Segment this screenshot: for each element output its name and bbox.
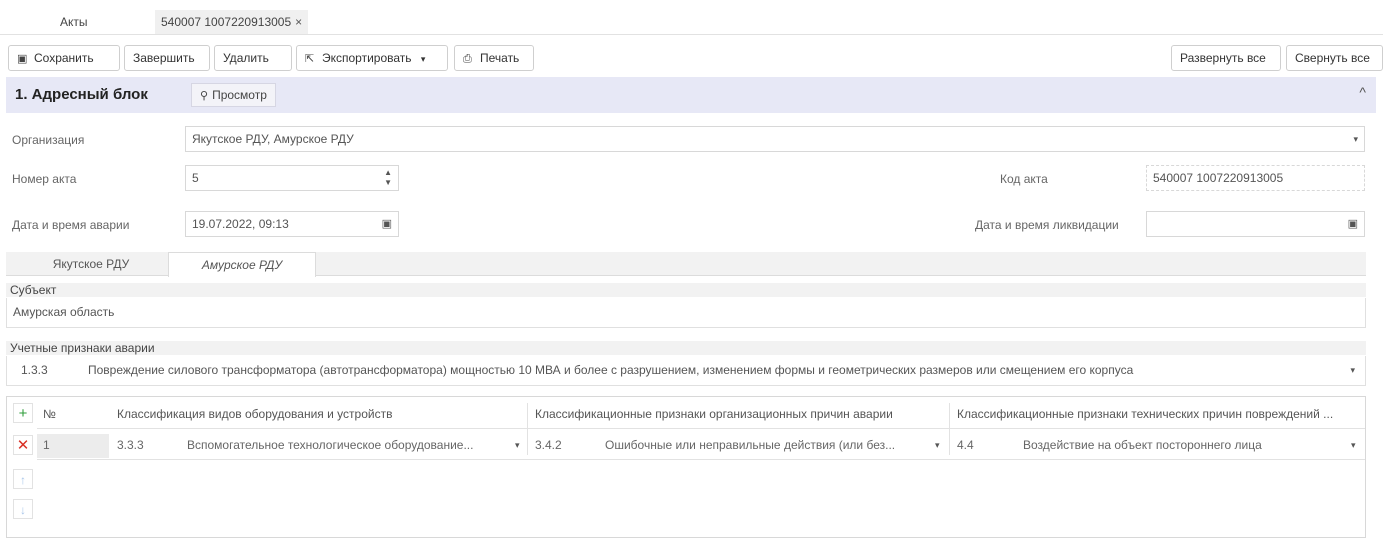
floppy-icon: ▣ — [17, 53, 28, 65]
signs-label: Учетные признаки аварии — [10, 341, 155, 355]
calendar-icon[interactable]: ▣ — [1348, 212, 1358, 236]
chevron-down-icon[interactable]: ▾ — [1351, 434, 1356, 456]
signs-select[interactable]: 1.3.3 Повреждение силового трансформатора… — [6, 356, 1366, 386]
row-divider — [37, 459, 1365, 460]
chevron-down-icon: ▾ — [1353, 134, 1358, 144]
chevron-down-icon: ▾ — [420, 54, 426, 64]
tab-label: 540007 1007220913005 — [161, 15, 292, 29]
act-code-field: 540007 1007220913005 — [1146, 165, 1365, 191]
signs-code: 1.3.3 — [21, 363, 48, 377]
accident-datetime-value: 19.07.2022, 09:13 — [192, 217, 289, 231]
act-code-label: Код акта — [1000, 172, 1048, 186]
finish-label: Завершить — [133, 51, 195, 65]
preview-label: Просмотр — [212, 88, 267, 102]
export-label: Экспортировать — [322, 51, 412, 65]
chevron-down-icon[interactable]: ▾ — [935, 434, 940, 456]
finish-button[interactable]: Завершить — [124, 45, 210, 71]
signs-text: Повреждение силового трансформатора (авт… — [88, 363, 1134, 377]
tab-label: Амурское РДУ — [201, 258, 283, 272]
organization-label: Организация — [12, 133, 85, 147]
tab-current-act[interactable]: 540007 1007220913005 × — [155, 10, 309, 34]
calendar-icon[interactable]: ▣ — [382, 212, 392, 236]
org-cause-text[interactable]: Ошибочные или неправильные действия (или… — [605, 434, 927, 458]
subject-label: Субъект — [10, 283, 57, 297]
col-header-tech-causes: Классификационные признаки технических п… — [957, 407, 1334, 421]
col-header-org-causes: Классификационные признаки организационн… — [535, 407, 893, 421]
col-header-num: № — [43, 407, 56, 421]
close-icon[interactable]: × — [295, 15, 302, 29]
printer-icon: ⎙ — [463, 53, 472, 65]
expand-all-button[interactable]: Развернуть все — [1171, 45, 1281, 71]
stepper-arrows-icon[interactable]: ▲ ▼ — [384, 168, 392, 188]
signs-label-bar — [6, 341, 1366, 355]
print-button[interactable]: ⎙ Печать — [454, 45, 534, 71]
column-separator — [949, 403, 950, 455]
delete-button[interactable]: Удалить — [214, 45, 292, 71]
col-header-equipment: Классификация видов оборудования и устро… — [117, 407, 393, 421]
move-down-icon[interactable]: ↓ — [13, 499, 33, 519]
subject-label-bar — [6, 283, 1366, 297]
organization-select[interactable]: Якутское РДУ, Амурское РДУ ▾ — [185, 126, 1365, 152]
tech-cause-code: 4.4 — [957, 438, 974, 452]
add-row-icon[interactable]: + — [13, 403, 33, 423]
subject-field: Амурская область — [6, 298, 1366, 328]
accident-datetime-field[interactable]: 19.07.2022, 09:13 ▣ — [185, 211, 399, 237]
address-block-header: 1. Адресный блок ⚲ Просмотр ^ — [6, 77, 1376, 113]
preview-button[interactable]: ⚲ Просмотр — [191, 83, 276, 107]
equipment-code: 3.3.3 — [117, 438, 144, 452]
save-button[interactable]: ▣ Сохранить — [8, 45, 120, 71]
tab-yakutsk-rdu[interactable]: Якутское РДУ — [16, 252, 166, 276]
column-separator — [527, 403, 528, 455]
move-up-icon[interactable]: ↑ — [13, 469, 33, 489]
collapse-all-label: Свернуть все — [1295, 51, 1370, 65]
org-cause-code: 3.4.2 — [535, 438, 562, 452]
print-label: Печать — [480, 51, 520, 65]
equipment-text[interactable]: Вспомогательное технологическое оборудов… — [187, 434, 509, 458]
act-code-value: 540007 1007220913005 — [1153, 171, 1284, 185]
chevron-down-icon[interactable]: ▾ — [515, 434, 520, 456]
subject-value: Амурская область — [13, 305, 115, 319]
row-number: 1 — [37, 434, 109, 458]
liquidation-datetime-label: Дата и время ликвидации — [975, 218, 1119, 232]
tab-acts[interactable]: Акты — [60, 10, 88, 34]
equipment-grid: + № Классификация видов оборудования и у… — [6, 396, 1366, 538]
save-label: Сохранить — [34, 51, 94, 65]
tab-divider — [0, 34, 1383, 35]
collapse-all-button[interactable]: Свернуть все — [1286, 45, 1383, 71]
act-number-label: Номер акта — [12, 172, 77, 186]
act-number-stepper[interactable]: 5 ▲ ▼ — [185, 165, 399, 191]
rdu-tabs: Якутское РДУ Амурское РДУ — [6, 252, 1366, 277]
accident-datetime-label: Дата и время аварии — [12, 218, 130, 232]
section-title: 1. Адресный блок — [15, 86, 148, 103]
search-icon: ⚲ — [200, 90, 209, 102]
tab-label: Акты — [60, 15, 88, 29]
tab-label: Якутское РДУ — [52, 257, 130, 271]
export-icon: ⇱ — [305, 53, 315, 65]
export-button[interactable]: ⇱ Экспортировать ▾ — [296, 45, 448, 71]
tab-amur-rdu[interactable]: Амурское РДУ — [168, 252, 316, 277]
liquidation-datetime-field[interactable]: ▣ — [1146, 211, 1365, 237]
delete-row-icon[interactable]: ✕ — [13, 435, 33, 455]
delete-label: Удалить — [223, 51, 269, 65]
chevron-down-icon: ▾ — [1350, 365, 1355, 375]
expand-all-label: Развернуть все — [1180, 51, 1266, 65]
header-divider — [37, 428, 1365, 429]
chevron-up-icon[interactable]: ^ — [1359, 84, 1366, 100]
tech-cause-text[interactable]: Воздействие на объект постороннего лица — [1023, 434, 1343, 458]
organization-value: Якутское РДУ, Амурское РДУ — [192, 132, 354, 146]
act-number-value: 5 — [192, 171, 199, 185]
